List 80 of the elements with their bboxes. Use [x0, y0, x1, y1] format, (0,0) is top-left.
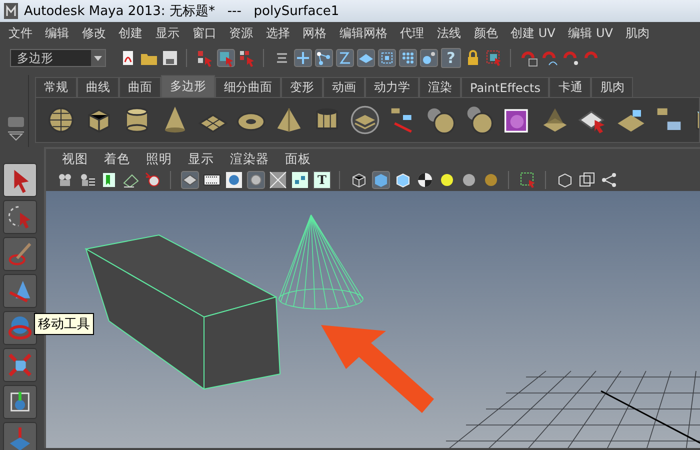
shelf-tab[interactable]: 变形 — [281, 77, 323, 97]
shiny-sphere-icon[interactable] — [482, 171, 500, 189]
panel-menu-item[interactable]: 显示 — [180, 150, 222, 168]
tooltip: 移动工具 — [34, 313, 94, 335]
shelf-tab[interactable]: 动力学 — [365, 77, 419, 97]
share-icon[interactable] — [600, 171, 618, 189]
magnet-grid-icon[interactable] — [520, 49, 538, 67]
magnet-curve-icon[interactable] — [541, 49, 559, 67]
menu-item[interactable]: 资源 — [222, 24, 260, 42]
text-icon[interactable]: T — [313, 171, 331, 189]
wire-cube-icon[interactable] — [350, 171, 368, 189]
dots-icon[interactable] — [399, 49, 417, 67]
shelf-menu-icon[interactable] — [8, 131, 24, 141]
menu-item[interactable]: 编辑 UV — [562, 24, 620, 42]
menu-item[interactable]: 窗口 — [186, 24, 223, 42]
shelf-tab[interactable]: 常规 — [35, 77, 77, 97]
vertex-icon[interactable] — [315, 49, 333, 67]
tool-button[interactable] — [3, 385, 37, 419]
cursor-squares-icon[interactable] — [196, 49, 214, 67]
shelf-tab[interactable]: 动画 — [323, 77, 365, 97]
shelf-tab[interactable]: 曲线 — [77, 77, 119, 97]
panel-menu-item[interactable]: 视图 — [54, 150, 96, 168]
menu-item[interactable]: 颜色 — [467, 24, 504, 42]
cube-icon[interactable] — [394, 171, 412, 189]
shelf-tab[interactable]: 渲染 — [419, 77, 461, 97]
plus-icon[interactable] — [294, 49, 312, 67]
scale-cube-icon — [7, 352, 33, 378]
camera-icon[interactable] — [56, 171, 74, 189]
tiles-circle-icon[interactable] — [350, 105, 380, 135]
wire-cube-icon[interactable] — [556, 171, 574, 189]
magnifier-icon[interactable] — [144, 171, 162, 189]
checker-ball-icon[interactable] — [416, 171, 434, 189]
caret-icon — [94, 56, 102, 60]
magnet-point-icon[interactable] — [562, 49, 580, 67]
bookmark-icon[interactable] — [100, 171, 118, 189]
menu-item[interactable]: 显示 — [149, 24, 186, 42]
help-button[interactable]: ? — [441, 48, 461, 68]
menu-item[interactable]: 创建 UV — [504, 24, 562, 42]
sphere-icon[interactable] — [46, 105, 76, 135]
shelf-tab[interactable]: 曲面 — [119, 77, 161, 97]
menu-item[interactable]: 文件 — [2, 24, 39, 42]
face-icon[interactable] — [357, 49, 375, 67]
tool-button[interactable] — [3, 163, 37, 197]
frames-icon[interactable] — [578, 171, 596, 189]
matte-sphere-icon[interactable] — [460, 171, 478, 189]
tool-button[interactable] — [3, 311, 37, 345]
panel-menu-item[interactable]: 渲染器 — [222, 150, 277, 168]
menu-item[interactable]: 代理 — [394, 24, 431, 42]
panel-menu-item[interactable]: 着色 — [96, 150, 138, 168]
app-logo-icon — [4, 3, 18, 19]
uv-icon[interactable] — [378, 49, 396, 67]
nodes-icon[interactable] — [291, 171, 309, 189]
shelf-tab[interactable]: PaintEffects — [461, 77, 550, 97]
window-title: Autodesk Maya 2013: 无标题* --- polySurface1 — [24, 3, 340, 20]
rotate-sphere-icon — [7, 315, 33, 341]
select-box-icon[interactable] — [519, 171, 537, 189]
menu-item[interactable]: 法线 — [430, 24, 468, 42]
panel-menu-item[interactable]: 照明 — [138, 150, 180, 168]
camera-list-icon[interactable] — [78, 171, 96, 189]
menu-item[interactable]: 肌肉 — [619, 24, 656, 42]
shelf-tab[interactable]: 细分曲面 — [215, 77, 281, 97]
menu-item[interactable]: 选择 — [259, 24, 296, 42]
light-icon[interactable] — [438, 171, 456, 189]
shelf-tab[interactable]: 卡通 — [549, 77, 592, 97]
select-box-icon[interactable] — [485, 49, 503, 67]
menu-item[interactable]: 编辑 — [38, 24, 76, 42]
menu-item[interactable]: 编辑网格 — [333, 24, 394, 42]
shelf-tab[interactable]: 肌肉 — [591, 77, 634, 97]
cross-box-icon[interactable] — [269, 171, 287, 189]
move-surface-icon — [7, 426, 33, 450]
lasso-icon — [7, 204, 33, 230]
paint-brush-icon — [7, 241, 33, 267]
menu-item[interactable]: 创建 — [112, 24, 150, 42]
cone-arrow-icon — [7, 278, 33, 304]
panel-menu-item[interactable]: 面板 — [277, 150, 319, 168]
cursor-grid-icon[interactable] — [238, 49, 256, 67]
menu-item[interactable]: 修改 — [76, 24, 112, 42]
menu-item[interactable]: 网格 — [296, 24, 334, 42]
mode-dropdown[interactable]: 多边形 — [10, 49, 106, 67]
shelf-tab[interactable]: 多边形 — [161, 75, 215, 97]
